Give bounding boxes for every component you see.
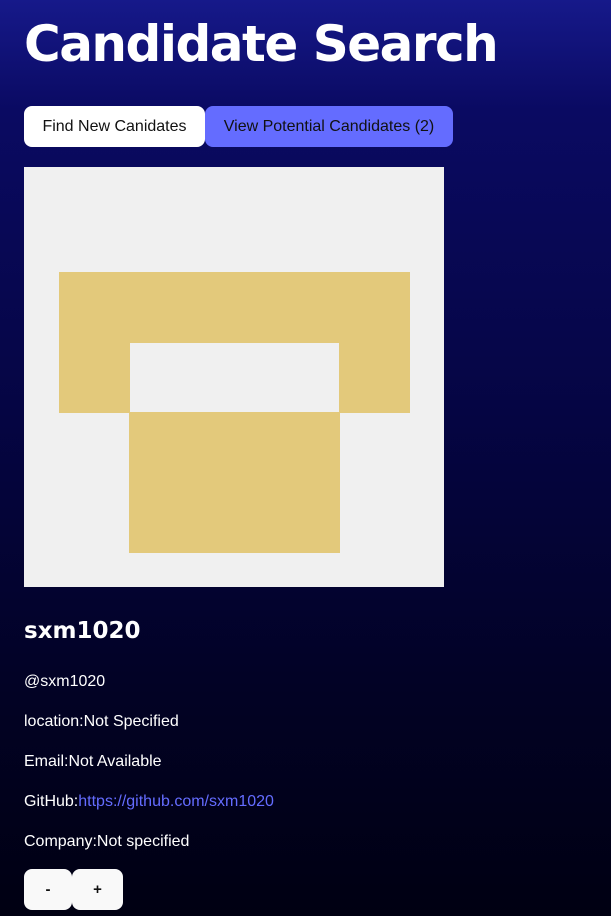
view-potential-candidates-button[interactable]: View Potential Candidates (2): [205, 106, 453, 147]
company-value: Not specified: [96, 833, 190, 850]
avatar-block: [59, 272, 410, 343]
candidate-name: sxm1020: [24, 618, 141, 644]
location-label: location:: [24, 713, 84, 730]
github-link[interactable]: https://github.com/sxm1020: [78, 793, 274, 810]
avatar-block: [59, 343, 130, 413]
candidate-avatar: [24, 167, 444, 587]
github-label: GitHub:: [24, 793, 79, 810]
accept-candidate-button[interactable]: +: [72, 869, 123, 910]
candidate-email: Email:Not Available: [24, 752, 162, 772]
candidate-github: GitHub:https://github.com/sxm1020: [24, 792, 274, 812]
page-title: Candidate Search: [24, 15, 499, 73]
candidate-company: Company:Not specified: [24, 832, 189, 852]
location-value: Not Specified: [83, 713, 179, 730]
candidate-actions: - +: [24, 869, 123, 910]
candidate-handle: @sxm1020: [24, 673, 106, 690]
email-label: Email:: [24, 753, 69, 770]
avatar-block: [129, 412, 340, 553]
avatar-block: [339, 343, 410, 413]
nav-bar: Find New Canidates View Potential Candid…: [24, 106, 453, 147]
email-value: Not Available: [68, 753, 162, 770]
reject-candidate-button[interactable]: -: [24, 869, 72, 910]
company-label: Company:: [24, 833, 97, 850]
candidate-location: location:Not Specified: [24, 712, 179, 732]
find-new-candidates-button[interactable]: Find New Canidates: [24, 106, 205, 147]
